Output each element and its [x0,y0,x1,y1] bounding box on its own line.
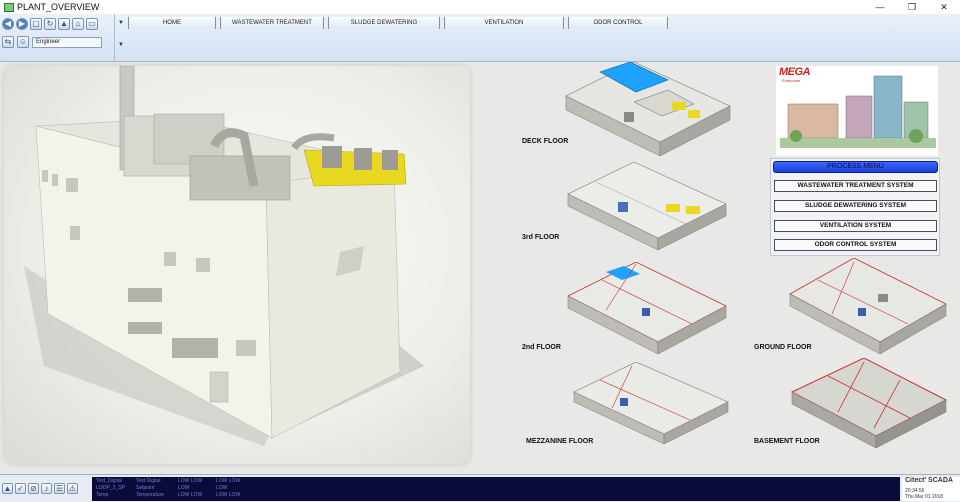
login-icon[interactable]: ⇆ [2,36,14,48]
page-icon[interactable]: ▢ [30,18,42,30]
alarm-state: LOW LOW [178,478,203,484]
close-button[interactable]: ✕ [928,0,960,14]
minimize-button[interactable]: — [864,0,896,14]
deck-floor-label: DECK FLOOR [522,138,569,145]
main-area: DECK FLOOR 3rd FLOOR 2nd FLOOR GROUND FL… [0,62,960,474]
tab-wastewater-treatment[interactable]: WASTEWATER TREATMENT [219,17,324,29]
logo-text: MEGA [779,66,811,78]
app-icon [4,2,14,12]
user-row: ⇆ ☺ Engineer [2,36,114,48]
alarm-desc: Temperature [136,492,165,498]
deck-floor-model[interactable] [564,62,734,162]
status-bar: ▲ ✓ ⊘ ♪ ☰ ⚠ Test_Digital Test Digital LO… [0,474,960,502]
alarm-tag: Test_Digital [96,478,122,484]
window-title: PLANT_OVERVIEW [17,2,100,12]
alarm-state: LOW [178,485,190,491]
page-tabs: ▼ HOME WASTEWATER TREATMENT SLUDGE DEWAT… [118,16,672,30]
mezzanine-floor-model[interactable] [572,362,734,448]
tab-home[interactable]: HOME [127,17,216,29]
forward-icon[interactable]: ▶ [16,18,28,30]
tab-sludge-dewatering[interactable]: SLUDGE DEWATERING [327,17,440,29]
toolbar: ◀ ▶ ▢ ↻ ▲ ⌂ ▭ ⇆ ☺ Engineer ▼ HOME WASTEW… [0,14,960,62]
alarm-icon[interactable]: ▲ [2,483,13,494]
window-controls: — ❐ ✕ [864,0,960,14]
window-icon[interactable]: ▭ [86,18,98,30]
basement-floor-model[interactable] [790,358,950,450]
nav-row: ◀ ▶ ▢ ↻ ▲ ⌂ ▭ [2,16,114,32]
2nd-floor-label: 2nd FLOOR [522,344,561,351]
toolbar-left: ◀ ▶ ▢ ↻ ▲ ⌂ ▭ ⇆ ☺ Engineer [2,16,114,58]
date: Thu Mar 01 2018 [905,494,944,500]
alarm-list[interactable]: Test_Digital Test Digital LOW LOW LOW LO… [92,477,900,501]
3rd-floor-label: 3rd FLOOR [522,234,560,241]
sludge-dewatering-system-button[interactable]: SLUDGE DEWATERING SYSTEM [774,200,937,212]
acknowledge-icon[interactable]: ✓ [15,483,26,494]
silence-icon[interactable]: ♪ [41,483,52,494]
odor-control-system-button[interactable]: ODOR CONTROL SYSTEM [774,239,937,251]
status-icons: ▲ ✓ ⊘ ♪ ☰ ⚠ [2,483,78,494]
brand-box: Citect' SCADA 20:34:56 Thu Mar 01 2018 [902,477,960,501]
city-sketch-image [780,75,936,148]
plant-building-view[interactable] [4,66,470,464]
refresh-icon[interactable]: ↻ [44,18,56,30]
home-icon[interactable]: ⌂ [72,18,84,30]
process-menu: PROCESS MENU WASTEWATER TREATMENT SYSTEM… [770,158,940,256]
mezzanine-floor-label: MEZZANINE FLOOR [526,438,594,445]
alarm-tag: LOOP_3_SP [96,485,125,491]
alarm-state: LOW LOW [216,492,241,498]
back-icon[interactable]: ◀ [2,18,14,30]
ground-floor-model[interactable] [788,258,950,356]
building-illustration [24,66,424,446]
alarm-state: LOW LOW [216,478,241,484]
restore-button[interactable]: ❐ [896,0,928,14]
alarm-desc: Setpoint [136,485,155,491]
basement-floor-label: BASEMENT FLOOR [754,438,820,445]
brand-label: Citect' SCADA [905,477,953,484]
alarm-desc: Test Digital [136,478,161,484]
2nd-floor-model[interactable] [566,262,730,356]
title-bar: PLANT_OVERVIEW — ❐ ✕ [0,0,960,14]
toolbar-separator [114,14,115,62]
up-icon[interactable]: ▲ [58,18,70,30]
disable-icon[interactable]: ⊘ [28,483,39,494]
tab-ventilation[interactable]: VENTILATION [443,17,564,29]
user-icon[interactable]: ☺ [17,36,29,48]
alarm-state: LOW [216,485,228,491]
dropdown-caret[interactable]: ▼ [118,42,124,48]
process-menu-header: PROCESS MENU [773,161,938,173]
3rd-floor-model[interactable] [566,162,730,252]
tab-menu-caret[interactable]: ▼ [118,20,124,26]
warning-icon[interactable]: ⚠ [67,483,78,494]
alarm-state: LOW LOW [178,492,203,498]
ground-floor-label: GROUND FLOOR [754,344,812,351]
company-logo: MEGA Enterprise [776,66,938,156]
user-field[interactable]: Engineer [32,36,102,48]
tab-odor-control[interactable]: ODOR CONTROL [567,17,668,29]
logo-sub: Enterprise [782,78,801,83]
alarm-tag: Temp [96,492,109,498]
summary-icon[interactable]: ☰ [54,483,65,494]
ventilation-system-button[interactable]: VENTILATION SYSTEM [774,220,937,232]
wastewater-treatment-system-button[interactable]: WASTEWATER TREATMENT SYSTEM [774,180,937,192]
scada-window: PLANT_OVERVIEW — ❐ ✕ ◀ ▶ ▢ ↻ ▲ ⌂ ▭ ⇆ ☺ E… [0,0,960,502]
